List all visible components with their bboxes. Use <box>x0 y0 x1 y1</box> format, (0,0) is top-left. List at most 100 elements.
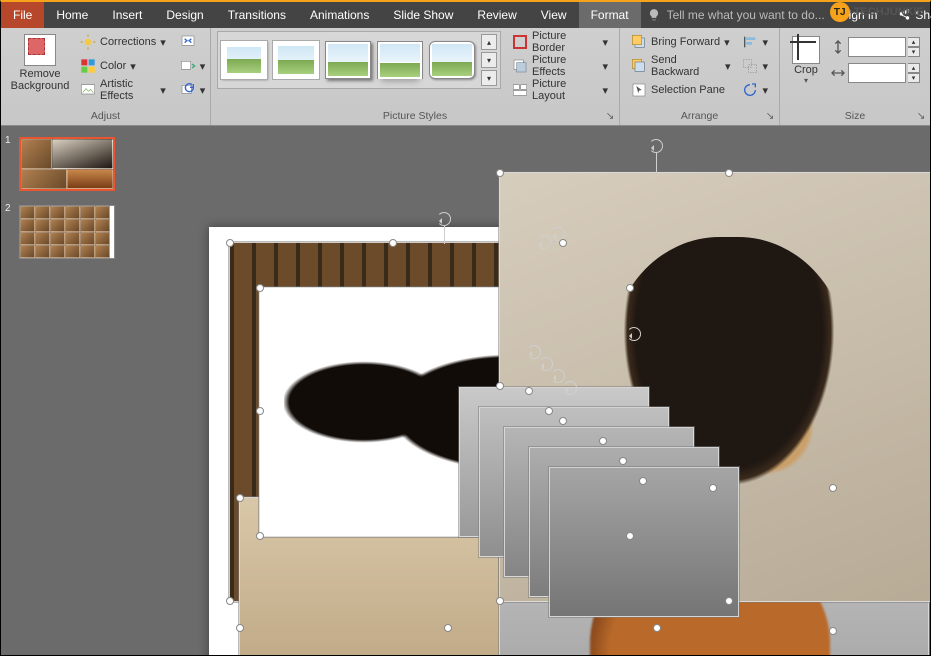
resize-handle[interactable] <box>236 494 244 502</box>
tab-view[interactable]: View <box>529 2 579 28</box>
rotation-handle-icon[interactable] <box>437 212 451 226</box>
style-thumb[interactable] <box>377 41 423 79</box>
crop-button[interactable]: Crop ▾ <box>786 31 826 88</box>
send-backward-button[interactable]: Send Backward ▾ <box>626 55 735 77</box>
resize-handle[interactable] <box>226 239 234 247</box>
rotation-handle-icon[interactable] <box>537 235 551 249</box>
dialog-launcher-icon[interactable]: ↘ <box>604 110 616 122</box>
resize-handle[interactable] <box>256 284 264 292</box>
resize-handle[interactable] <box>525 387 533 395</box>
slide-canvas[interactable] <box>129 127 930 655</box>
style-thumb[interactable] <box>325 41 371 79</box>
artistic-effects-label: Artistic Effects <box>100 78 156 102</box>
height-input[interactable] <box>848 37 906 57</box>
resize-handle[interactable] <box>653 624 661 632</box>
corrections-label: Corrections <box>100 36 156 48</box>
picture-effects-button[interactable]: Picture Effects ▾ <box>507 55 613 77</box>
crop-label: Crop <box>794 64 818 76</box>
resize-handle[interactable] <box>559 239 567 247</box>
tab-file[interactable]: File <box>1 2 44 28</box>
caret-icon: ▾ <box>130 60 136 73</box>
resize-handle[interactable] <box>829 484 837 492</box>
dialog-launcher-icon[interactable]: ↘ <box>764 110 776 122</box>
resize-handle[interactable] <box>599 437 607 445</box>
resize-handle[interactable] <box>559 417 567 425</box>
corrections-button[interactable]: Corrections ▾ <box>75 31 171 53</box>
style-thumb[interactable] <box>273 41 319 79</box>
resize-handle[interactable] <box>725 597 733 605</box>
resize-handle[interactable] <box>829 627 837 635</box>
resize-handle[interactable] <box>226 597 234 605</box>
picture-border-button[interactable]: Picture Border ▾ <box>507 31 613 53</box>
resize-handle[interactable] <box>725 169 733 177</box>
height-spin-down[interactable]: ▾ <box>908 47 920 57</box>
rotation-handle-icon[interactable] <box>539 357 553 371</box>
tab-home[interactable]: Home <box>44 2 100 28</box>
picture-layout-button[interactable]: Picture Layout ▾ <box>507 79 613 101</box>
rotation-handle-icon[interactable] <box>563 381 577 395</box>
style-thumb[interactable] <box>221 41 267 79</box>
width-input[interactable] <box>848 63 906 83</box>
slide-thumbnail-panel[interactable]: 1 2 <box>1 127 129 655</box>
group-size: Crop ▾ ▴▾ ▴▾ Size ↘ <box>780 28 930 125</box>
resize-handle[interactable] <box>496 382 504 390</box>
tab-transitions[interactable]: Transitions <box>216 2 298 28</box>
resize-handle[interactable] <box>256 532 264 540</box>
tab-review[interactable]: Review <box>465 2 528 28</box>
rotation-handle-icon[interactable] <box>551 369 565 383</box>
style-thumb[interactable] <box>429 41 475 79</box>
resize-handle[interactable] <box>496 169 504 177</box>
height-spin-up[interactable]: ▴ <box>908 37 920 47</box>
slide-thumbnail-1[interactable]: 1 <box>7 137 123 191</box>
rotation-handle-icon[interactable] <box>627 327 641 341</box>
reset-picture-button[interactable]: ▾ <box>175 79 211 101</box>
gallery-expand[interactable]: ▾ <box>481 70 497 86</box>
resize-handle[interactable] <box>236 624 244 632</box>
crop-icon <box>792 36 820 64</box>
width-spin-up[interactable]: ▴ <box>908 63 920 73</box>
resize-handle[interactable] <box>626 532 634 540</box>
color-button[interactable]: Color ▾ <box>75 55 171 77</box>
resize-handle[interactable] <box>444 624 452 632</box>
caret-icon: ▾ <box>200 60 206 73</box>
resize-handle[interactable] <box>256 407 264 415</box>
remove-background-button[interactable]: Remove Background <box>7 31 73 95</box>
slide-number: 2 <box>5 203 11 214</box>
gallery-scroll-down[interactable]: ▾ <box>481 52 497 68</box>
resize-handle[interactable] <box>389 239 397 247</box>
artistic-effects-button[interactable]: Artistic Effects ▾ <box>75 79 171 101</box>
slide-thumbnail-2[interactable]: 2 <box>7 205 123 259</box>
ribbon: Remove Background Corrections ▾ Color ▾ <box>1 28 930 126</box>
rotate-button[interactable]: ▾ <box>737 79 773 101</box>
width-spin-down[interactable]: ▾ <box>908 73 920 83</box>
tab-animations[interactable]: Animations <box>298 2 381 28</box>
resize-handle[interactable] <box>545 407 553 415</box>
resize-handle[interactable] <box>639 477 647 485</box>
width-icon <box>830 65 846 81</box>
align-button[interactable]: ▾ <box>737 31 773 53</box>
dialog-launcher-icon[interactable]: ↘ <box>915 110 927 122</box>
tab-slideshow[interactable]: Slide Show <box>381 2 465 28</box>
tell-me-placeholder: Tell me what you want to do... <box>667 8 825 22</box>
resize-handle[interactable] <box>496 597 504 605</box>
group-objects-button[interactable]: ▾ <box>737 55 773 77</box>
bring-forward-button[interactable]: Bring Forward ▾ <box>626 31 735 53</box>
gallery-scroll-up[interactable]: ▴ <box>481 34 497 50</box>
resize-handle[interactable] <box>709 484 717 492</box>
rotation-handle-icon[interactable] <box>527 345 541 359</box>
height-icon <box>830 39 846 55</box>
rotation-handle-icon[interactable] <box>649 139 663 153</box>
resize-handle[interactable] <box>619 457 627 465</box>
compress-pictures-button[interactable] <box>175 31 211 53</box>
picture-effects-label: Picture Effects <box>532 54 598 78</box>
selection-pane-button[interactable]: Selection Pane <box>626 79 735 101</box>
resize-handle[interactable] <box>626 284 634 292</box>
tab-insert[interactable]: Insert <box>100 2 154 28</box>
tell-me-search[interactable]: Tell me what you want to do... <box>641 2 831 28</box>
group-arrange-label: Arrange ↘ <box>626 110 773 124</box>
tab-format[interactable]: Format <box>579 2 641 28</box>
tab-design[interactable]: Design <box>154 2 215 28</box>
change-picture-button[interactable]: ▾ <box>175 55 211 77</box>
selection-pane-icon <box>631 82 647 98</box>
picture-style-gallery[interactable]: ▴ ▾ ▾ <box>217 31 501 89</box>
